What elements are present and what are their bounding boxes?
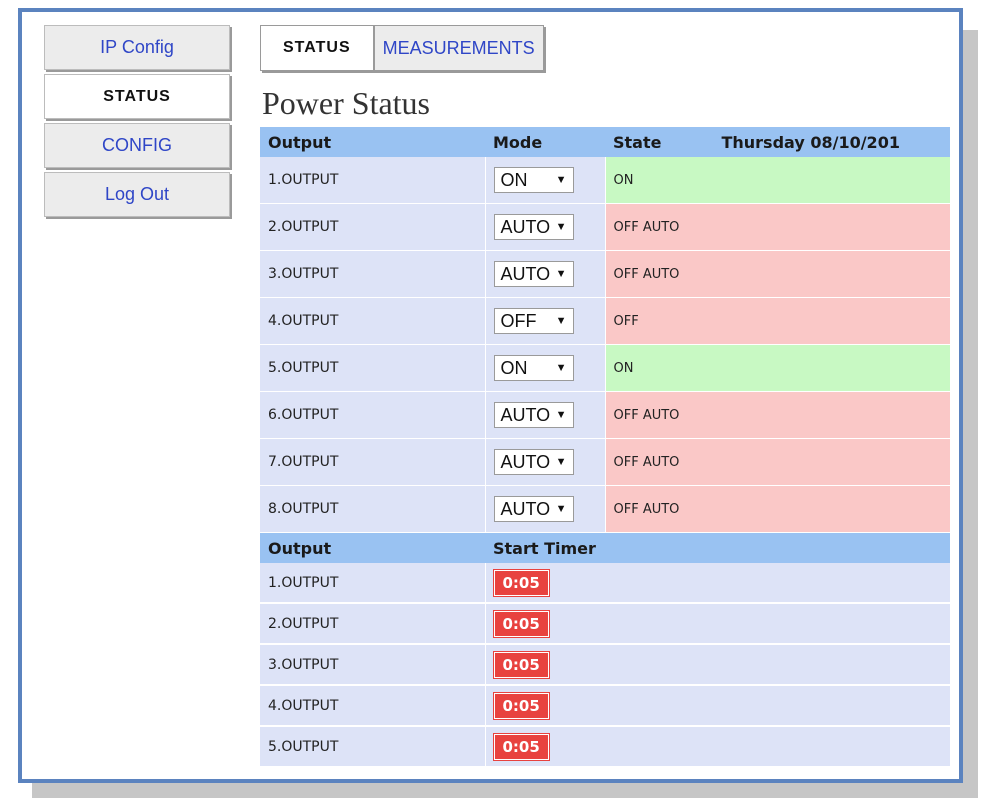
mode-cell: AUTO ▼	[485, 391, 606, 439]
timer-badge[interactable]: 0:05	[492, 650, 550, 679]
state-cell: ON	[605, 157, 951, 204]
timer-row: 3.OUTPUT 0:05	[260, 644, 951, 686]
dropdown-arrow-icon: ▼	[555, 221, 567, 233]
output-name: 6.OUTPUT	[260, 391, 486, 439]
mode-select[interactable]: AUTO ▼	[493, 402, 574, 428]
timer-output-name: 1.OUTPUT	[260, 563, 486, 604]
mode-select[interactable]: AUTO ▼	[493, 261, 574, 287]
dropdown-arrow-icon: ▼	[555, 268, 567, 280]
status-row: 5.OUTPUT ON ▼ ON	[260, 344, 951, 392]
page-title: Power Status	[262, 85, 430, 121]
output-status-table: Output Mode State Thursday 08/10/201 1.OU…	[260, 127, 951, 768]
status-row: 7.OUTPUT AUTO ▼ OFF AUTO	[260, 438, 951, 486]
mode-cell: AUTO ▼	[485, 485, 606, 533]
timer-cell: 0:05	[485, 726, 951, 768]
header-state: State Thursday 08/10/201	[605, 127, 950, 157]
mode-cell: OFF ▼	[485, 297, 606, 345]
mode-value: AUTO	[500, 216, 551, 237]
output-name: 1.OUTPUT	[260, 157, 486, 204]
status-row: 2.OUTPUT AUTO ▼ OFF AUTO	[260, 203, 951, 251]
menu-item-config[interactable]: CONFIG	[44, 123, 230, 168]
timer-row: 1.OUTPUT 0:05	[260, 563, 951, 604]
status-row: 6.OUTPUT AUTO ▼ OFF AUTO	[260, 391, 951, 439]
dropdown-arrow-icon: ▼	[555, 409, 567, 421]
state-cell: OFF AUTO	[605, 391, 951, 439]
timer-row: 4.OUTPUT 0:05	[260, 685, 951, 727]
tab-bar: STATUS MEASUREMENTS	[260, 25, 950, 71]
mode-cell: ON ▼	[485, 157, 606, 204]
status-row: 3.OUTPUT AUTO ▼ OFF AUTO	[260, 250, 951, 298]
dropdown-arrow-icon: ▼	[555, 503, 567, 515]
mode-value: ON	[500, 169, 528, 190]
output-name: 4.OUTPUT	[260, 297, 486, 345]
timer-cell: 0:05	[485, 644, 951, 686]
state-cell: OFF AUTO	[605, 485, 951, 533]
mode-value: OFF	[500, 310, 537, 331]
header-mode: Mode	[485, 127, 605, 157]
timer-header-start-timer: Start Timer	[485, 532, 950, 563]
mode-value: AUTO	[500, 404, 551, 425]
state-cell: OFF	[605, 297, 951, 345]
mode-value: AUTO	[500, 451, 551, 472]
output-name: 3.OUTPUT	[260, 250, 486, 298]
timer-row: 5.OUTPUT 0:05	[260, 726, 951, 768]
side-menu: IP Config STATUS CONFIG Log Out	[44, 25, 232, 221]
timer-badge[interactable]: 0:05	[492, 691, 550, 720]
timer-cell: 0:05	[485, 563, 951, 604]
dropdown-arrow-icon: ▼	[555, 315, 567, 327]
menu-item-status[interactable]: STATUS	[44, 74, 230, 119]
timer-cell: 0:05	[485, 603, 951, 645]
mode-select[interactable]: AUTO ▼	[493, 449, 574, 475]
timer-output-name: 2.OUTPUT	[260, 603, 486, 645]
timer-table-header: Output Start Timer	[260, 532, 950, 563]
tab-status[interactable]: STATUS	[260, 25, 374, 71]
status-row: 1.OUTPUT ON ▼ ON	[260, 157, 951, 204]
output-name: 7.OUTPUT	[260, 438, 486, 486]
mode-select[interactable]: OFF ▼	[493, 308, 574, 334]
timer-badge[interactable]: 0:05	[492, 732, 550, 761]
state-cell: OFF AUTO	[605, 203, 951, 251]
dropdown-arrow-icon: ▼	[555, 456, 567, 468]
state-cell: ON	[605, 344, 951, 392]
status-rows: 1.OUTPUT ON ▼ ON 2.OUTPUT AUTO ▼ OFF AUTO 3.OUTP…	[260, 157, 951, 533]
timer-output-name: 4.OUTPUT	[260, 685, 486, 727]
output-name: 8.OUTPUT	[260, 485, 486, 533]
mode-value: AUTO	[500, 498, 551, 519]
timer-badge[interactable]: 0:05	[492, 609, 550, 638]
header-date: Thursday 08/10/201	[721, 132, 900, 152]
menu-item-ip-config[interactable]: IP Config	[44, 25, 230, 70]
content-area: STATUS MEASUREMENTS Power Status Output …	[260, 25, 951, 768]
mode-select[interactable]: AUTO ▼	[493, 496, 574, 522]
dropdown-arrow-icon: ▼	[555, 174, 567, 186]
timer-rows: 1.OUTPUT 0:05 2.OUTPUT 0:05 3.OUTPUT 0:05 4.OU…	[260, 563, 951, 768]
menu-item-log-out[interactable]: Log Out	[44, 172, 230, 217]
mode-value: AUTO	[500, 263, 551, 284]
mode-cell: AUTO ▼	[485, 203, 606, 251]
timer-output-name: 3.OUTPUT	[260, 644, 486, 686]
timer-output-name: 5.OUTPUT	[260, 726, 486, 768]
state-cell: OFF AUTO	[605, 438, 951, 486]
timer-row: 2.OUTPUT 0:05	[260, 603, 951, 645]
mode-value: ON	[500, 357, 528, 378]
output-name: 2.OUTPUT	[260, 203, 486, 251]
mode-cell: ON ▼	[485, 344, 606, 392]
timer-cell: 0:05	[485, 685, 951, 727]
mode-cell: AUTO ▼	[485, 438, 606, 486]
tab-measurements[interactable]: MEASUREMENTS	[373, 25, 544, 71]
header-output: Output	[260, 127, 485, 157]
status-row: 4.OUTPUT OFF ▼ OFF	[260, 297, 951, 345]
timer-header-output: Output	[260, 532, 485, 563]
mode-cell: AUTO ▼	[485, 250, 606, 298]
header-state-label: State	[613, 132, 662, 152]
main-frame: IP Config STATUS CONFIG Log Out STATUS M…	[18, 8, 963, 783]
dropdown-arrow-icon: ▼	[555, 362, 567, 374]
mode-select[interactable]: ON ▼	[493, 167, 574, 193]
mode-select[interactable]: AUTO ▼	[493, 214, 574, 240]
state-cell: OFF AUTO	[605, 250, 951, 298]
mode-select[interactable]: ON ▼	[493, 355, 574, 381]
status-table-header: Output Mode State Thursday 08/10/201	[260, 127, 950, 157]
output-name: 5.OUTPUT	[260, 344, 486, 392]
timer-badge[interactable]: 0:05	[492, 568, 550, 597]
status-row: 8.OUTPUT AUTO ▼ OFF AUTO	[260, 485, 951, 533]
